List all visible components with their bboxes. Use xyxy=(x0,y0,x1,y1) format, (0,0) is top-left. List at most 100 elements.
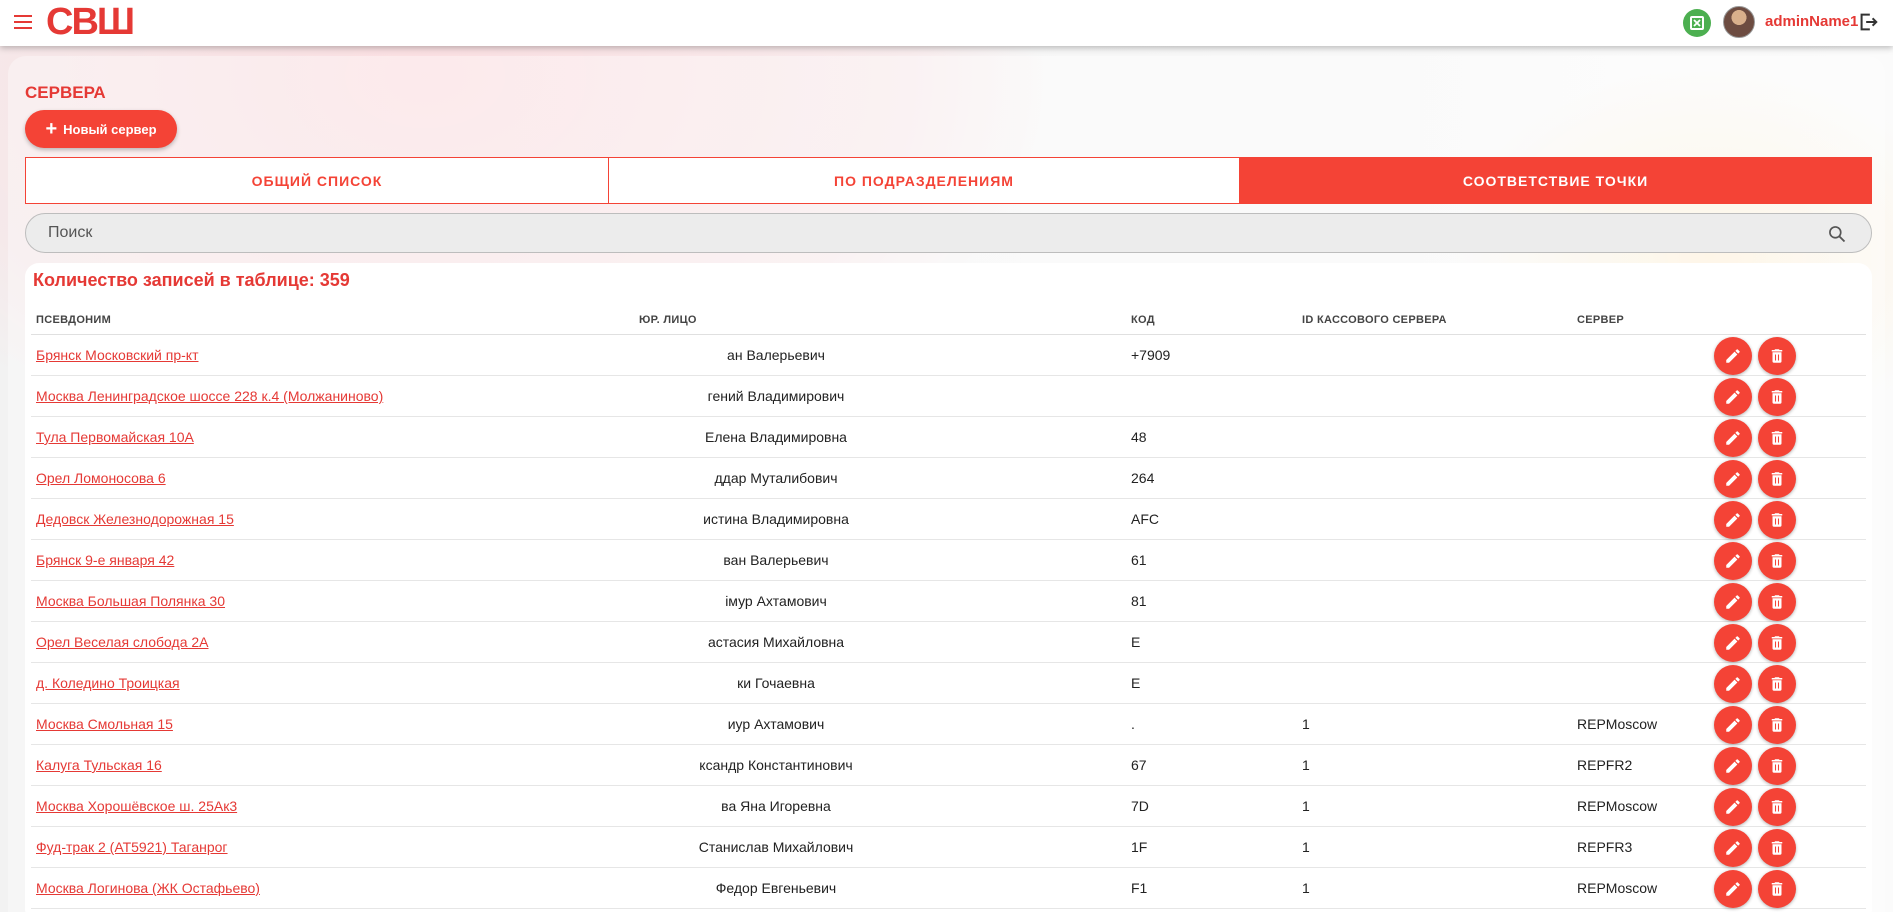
code-cell: E xyxy=(1131,634,1141,650)
pencil-icon xyxy=(1726,841,1740,855)
edit-button[interactable] xyxy=(1714,583,1752,621)
cash-server-id-cell: 1 xyxy=(1302,880,1310,896)
menu-icon[interactable] xyxy=(12,11,34,33)
excel-icon[interactable] xyxy=(1683,9,1711,37)
delete-button[interactable] xyxy=(1758,337,1796,375)
alias-link[interactable]: Орел Веселая слобода 2А xyxy=(36,634,209,650)
table-row: Брянск Московский пр-кт ан Валерьевич +7… xyxy=(31,335,1866,376)
pencil-icon xyxy=(1726,554,1740,568)
table-row: Москва Смольная 15 иур Ахтамович . 1 REP… xyxy=(31,704,1866,745)
edit-button[interactable] xyxy=(1714,419,1752,457)
trash-icon xyxy=(1771,554,1783,568)
delete-button[interactable] xyxy=(1758,583,1796,621)
code-cell: AFC xyxy=(1131,511,1159,527)
edit-button[interactable] xyxy=(1714,337,1752,375)
table-header: ПСЕВДОНИМ ЮР. ЛИЦО КОД ID КАССОВОГО СЕРВ… xyxy=(31,301,1866,335)
tab-point-match[interactable]: СООТВЕТСТВИЕ ТОЧКИ xyxy=(1239,158,1871,203)
delete-button[interactable] xyxy=(1758,870,1796,908)
pencil-icon xyxy=(1726,390,1740,404)
server-cell: REPFR3 xyxy=(1577,839,1633,855)
delete-button[interactable] xyxy=(1758,788,1796,826)
edit-button[interactable] xyxy=(1714,624,1752,662)
alias-link[interactable]: Москва Ленинградское шоссе 228 к.4 (Молж… xyxy=(36,388,383,404)
server-cell: REPFR2 xyxy=(1577,757,1633,773)
delete-button[interactable] xyxy=(1758,460,1796,498)
legal-entity-cell: ван Валерьевич xyxy=(723,552,829,568)
server-cell: REPMoscow xyxy=(1577,798,1658,814)
delete-button[interactable] xyxy=(1758,542,1796,580)
column-header-code[interactable]: КОД xyxy=(1131,314,1155,326)
code-cell: +7909 xyxy=(1131,347,1171,363)
table-row: Москва Большая Полянка 30 імур Ахтамович… xyxy=(31,581,1866,622)
alias-link[interactable]: Калуга Тульская 16 xyxy=(36,757,162,773)
trash-icon xyxy=(1771,718,1783,732)
logout-icon[interactable] xyxy=(1857,11,1879,33)
edit-button[interactable] xyxy=(1714,665,1752,703)
search-box xyxy=(25,213,1872,253)
excel-glyph-icon xyxy=(1690,16,1704,30)
logo[interactable]: СВШ xyxy=(46,2,135,42)
table-row: Москва Хорошёвское ш. 25Ак3 ва Яна Игоре… xyxy=(31,786,1866,827)
edit-button[interactable] xyxy=(1714,378,1752,416)
code-cell: 7D xyxy=(1131,798,1149,814)
table-row: Калуга Тульская 16 ксандр Константинович… xyxy=(31,745,1866,786)
table-row: д. Коледино Троицкая ки Гочаевна E xyxy=(31,663,1866,704)
pencil-icon xyxy=(1726,595,1740,609)
alias-link[interactable]: Брянск 9-е января 42 xyxy=(36,552,174,568)
edit-button[interactable] xyxy=(1714,788,1752,826)
alias-link[interactable]: Орел Ломоносова 6 xyxy=(36,470,166,486)
delete-button[interactable] xyxy=(1758,665,1796,703)
trash-icon xyxy=(1771,759,1783,773)
edit-button[interactable] xyxy=(1714,706,1752,744)
pencil-icon xyxy=(1726,431,1740,445)
alias-link[interactable]: Фуд-трак 2 (АТ5921) Таганрог xyxy=(36,839,228,855)
page-title: СЕРВЕРА xyxy=(25,83,106,102)
alias-link[interactable]: Брянск Московский пр-кт xyxy=(36,347,198,363)
edit-button[interactable] xyxy=(1714,829,1752,867)
table-row: Фуд-трак 2 (АТ5921) Таганрог Станислав М… xyxy=(31,827,1866,868)
search-icon[interactable] xyxy=(1827,224,1847,244)
column-header-legal-entity[interactable]: ЮР. ЛИЦО xyxy=(639,314,697,326)
alias-link[interactable]: Москва Большая Полянка 30 xyxy=(36,593,225,609)
delete-button[interactable] xyxy=(1758,378,1796,416)
column-header-alias[interactable]: ПСЕВДОНИМ xyxy=(36,314,111,326)
legal-entity-cell: астасия Михайловна xyxy=(707,634,845,650)
table-row: Москва Логинова (ЖК Остафьево) Федор Евг… xyxy=(31,868,1866,909)
column-header-server[interactable]: СЕРВЕР xyxy=(1577,314,1624,326)
table-row: Орел Веселая слобода 2А астасия Михайлов… xyxy=(31,622,1866,663)
top-bar: СВШ adminName1 xyxy=(0,0,1893,46)
alias-link[interactable]: Тула Первомайская 10А xyxy=(36,429,194,445)
delete-button[interactable] xyxy=(1758,829,1796,867)
edit-button[interactable] xyxy=(1714,542,1752,580)
delete-button[interactable] xyxy=(1758,501,1796,539)
column-header-cash-server-id[interactable]: ID КАССОВОГО СЕРВЕРА xyxy=(1302,314,1447,326)
trash-icon xyxy=(1771,349,1783,363)
edit-button[interactable] xyxy=(1714,501,1752,539)
delete-button[interactable] xyxy=(1758,624,1796,662)
code-cell: 61 xyxy=(1131,552,1147,568)
pencil-icon xyxy=(1726,472,1740,486)
alias-link[interactable]: Москва Хорошёвское ш. 25Ак3 xyxy=(36,798,237,814)
table-row: Дедовск Железнодорожная 15 истина Владим… xyxy=(31,499,1866,540)
tab-by-division[interactable]: ПО ПОДРАЗДЕЛЕНИЯМ xyxy=(608,158,1239,203)
tab-general-list[interactable]: ОБЩИЙ СПИСОК xyxy=(26,158,608,203)
delete-button[interactable] xyxy=(1758,747,1796,785)
alias-link[interactable]: Москва Логинова (ЖК Остафьево) xyxy=(36,880,260,896)
trash-icon xyxy=(1771,513,1783,527)
edit-button[interactable] xyxy=(1714,460,1752,498)
search-input[interactable] xyxy=(48,214,1808,252)
code-cell: E xyxy=(1131,675,1141,691)
cash-server-id-cell: 1 xyxy=(1302,716,1310,732)
delete-button[interactable] xyxy=(1758,419,1796,457)
edit-button[interactable] xyxy=(1714,870,1752,908)
alias-link[interactable]: Дедовск Железнодорожная 15 xyxy=(36,511,234,527)
delete-button[interactable] xyxy=(1758,706,1796,744)
table-card: Количество записей в таблице: 359 ПСЕВДО… xyxy=(25,263,1872,912)
new-server-button[interactable]: + Новый сервер xyxy=(25,110,177,148)
alias-link[interactable]: Москва Смольная 15 xyxy=(36,716,173,732)
avatar[interactable] xyxy=(1723,6,1755,38)
alias-link[interactable]: д. Коледино Троицкая xyxy=(36,675,180,691)
username[interactable]: adminName1 xyxy=(1765,13,1858,30)
legal-entity-cell: ксандр Константинович xyxy=(699,757,853,773)
edit-button[interactable] xyxy=(1714,747,1752,785)
